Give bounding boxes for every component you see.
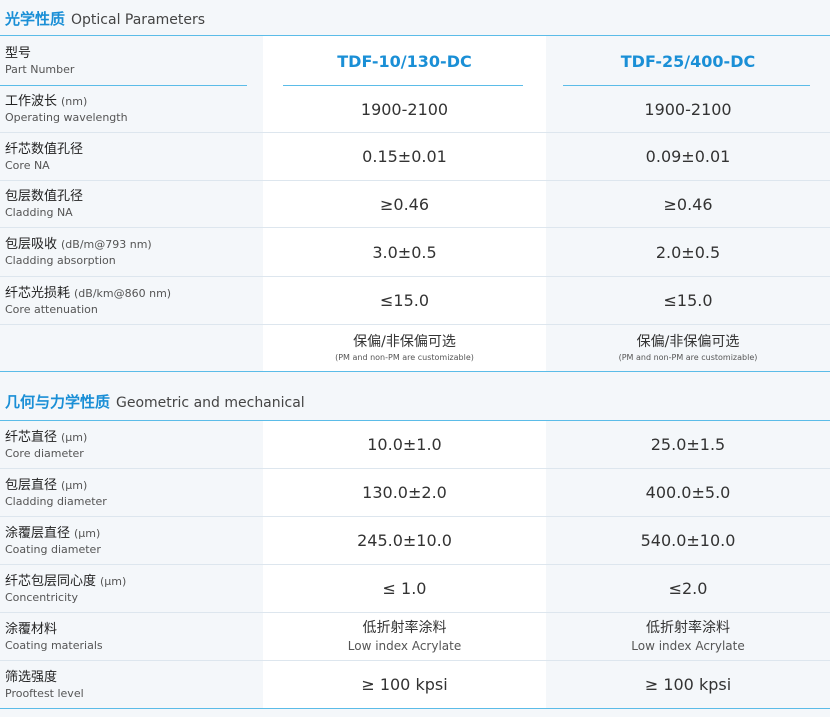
value-cell: 低折射率涂料 Low index Acrylate [347,620,462,653]
label-en: Cladding diameter [5,494,107,508]
section-bottom-line [0,708,830,709]
label-zh: 涂覆材料 [5,621,58,637]
label-en: Core NA [5,158,50,172]
value-cell: 3.0±0.5 [372,242,437,262]
row-label: 筛选强度 Prooftest level [5,661,263,708]
value-cell: 2.0±0.5 [655,242,721,262]
label-en: Prooftest level [5,686,84,700]
row-label: 纤芯数值孔径 Core NA [5,133,263,180]
value-cell: ≤2.0 [668,579,708,598]
section-title-en: Geometric and mechanical [116,395,305,411]
table-row: 纤芯直径 (μm) Core diameter 10.0±1.0 25.0±1.5 [0,421,830,468]
label-en: Core diameter [5,446,84,460]
value-cell: 25.0±1.5 [650,435,726,454]
label-en: Part Number [5,63,75,76]
row-label: 涂覆材料 Coating materials [5,613,263,660]
table-row: 包层直径 (μm) Cladding diameter 130.0±2.0 400… [0,469,830,516]
table-row: 筛选强度 Prooftest level ≥ 100 kpsi ≥ 100 kp… [0,661,830,708]
table-row: 工作波长 (nm) Operating wavelength 1900-2100 … [0,86,830,132]
label-en: Coating diameter [5,542,101,556]
table-row: 纤芯光损耗 (dB/km@860 nm) Core attenuation ≤15… [0,277,830,324]
value-cell: 540.0±10.0 [640,531,736,550]
label-zh: 包层吸收 (dB/m@793 nm) [5,237,152,252]
label-zh: 工作波长 (nm) [5,94,88,109]
label-zh: 型号 [5,46,32,61]
section-title-en: Optical Parameters [71,12,206,28]
row-label: 工作波长 (nm) Operating wavelength [5,86,263,132]
row-label: 纤芯光损耗 (dB/km@860 nm) Core attenuation [5,277,263,324]
label-zh: 纤芯数值孔径 [5,141,84,157]
value-cell: ≥ 100 kpsi [644,675,732,694]
table-row: 纤芯包层同心度 (μm) Concentricity ≤ 1.0 ≤2.0 [0,565,830,612]
model-name: TDF-10/130-DC [337,51,472,71]
value-cell: 0.15±0.01 [362,147,447,166]
table-row: 涂覆材料 Coating materials 低折射率涂料 Low index … [0,613,830,660]
label-zh: 纤芯光损耗 (dB/km@860 nm) [5,285,172,301]
section-title-zh: 光学性质 [5,10,66,28]
value-cell: 1900-2100 [644,99,732,119]
value-cell: 1900-2100 [360,99,449,119]
label-en: Cladding absorption [5,254,116,267]
table-row: 涂覆层直径 (μm) Coating diameter 245.0±10.0 54… [0,517,830,564]
row-label: 包层数值孔径 Cladding NA [5,181,263,227]
part-number-row: 型号 Part Number TDF-10/130-DC TDF-25/400-… [0,36,830,86]
label-zh: 筛选强度 [5,669,58,685]
model-cell: TDF-25/400-DC [546,36,830,86]
geometric-section-title: 几何与力学性质 Geometric and mechanical [5,389,305,415]
pm-cell: 保偏/非保偏可选 (PM and non-PM are customizable… [335,334,474,362]
row-label: 包层直径 (μm) Cladding diameter [5,469,263,516]
value-cell: 245.0±10.0 [357,531,452,550]
value-cell: 400.0±5.0 [645,483,731,502]
table-row: 包层吸收 (dB/m@793 nm) Cladding absorption 3.… [0,228,830,276]
value-cell: ≥0.46 [379,194,430,214]
value-cell: ≥ 100 kpsi [361,675,448,694]
value-cell: ≤ 1.0 [382,579,427,598]
label-en: Concentricity [5,590,78,604]
model-name: TDF-25/400-DC [620,51,756,71]
label-en: Coating materials [5,638,103,652]
section-bottom-line [0,371,830,372]
label-zh: 包层数值孔径 [5,189,84,204]
label-zh: 纤芯包层同心度 (μm) [5,573,127,589]
table-row: 纤芯数值孔径 Core NA 0.15±0.01 0.09±0.01 [0,133,830,180]
label-zh: 包层直径 (μm) [5,477,88,493]
row-label: 纤芯直径 (μm) Core diameter [5,421,263,468]
section-title-zh: 几何与力学性质 [5,393,111,411]
model-cell: TDF-10/130-DC [263,36,546,86]
row-label: 涂覆层直径 (μm) Coating diameter [5,517,263,564]
value-cell: ≥0.46 [663,194,713,214]
value-cell: ≤15.0 [663,291,713,310]
optical-section-title: 光学性质 Optical Parameters [5,6,205,32]
value-cell: 10.0±1.0 [367,435,442,454]
label-en: Core attenuation [5,302,98,316]
label-zh: 涂覆层直径 (μm) [5,525,101,541]
row-label: 型号 Part Number [5,36,263,86]
value-cell: 130.0±2.0 [362,483,447,502]
row-label: 纤芯包层同心度 (μm) Concentricity [5,565,263,612]
row-label: 包层吸收 (dB/m@793 nm) Cladding absorption [5,228,263,276]
pm-row: 保偏/非保偏可选 (PM and non-PM are customizable… [0,325,830,371]
label-zh: 纤芯直径 (μm) [5,429,88,445]
value-cell: 0.09±0.01 [645,147,731,166]
table-row: 包层数值孔径 Cladding NA ≥0.46 ≥0.46 [0,181,830,227]
value-cell: ≤15.0 [379,291,430,310]
label-en: Cladding NA [5,206,73,219]
value-cell: 低折射率涂料 Low index Acrylate [631,620,745,653]
pm-cell: 保偏/非保偏可选 (PM and non-PM are customizable… [618,334,758,362]
label-en: Operating wavelength [5,111,128,124]
